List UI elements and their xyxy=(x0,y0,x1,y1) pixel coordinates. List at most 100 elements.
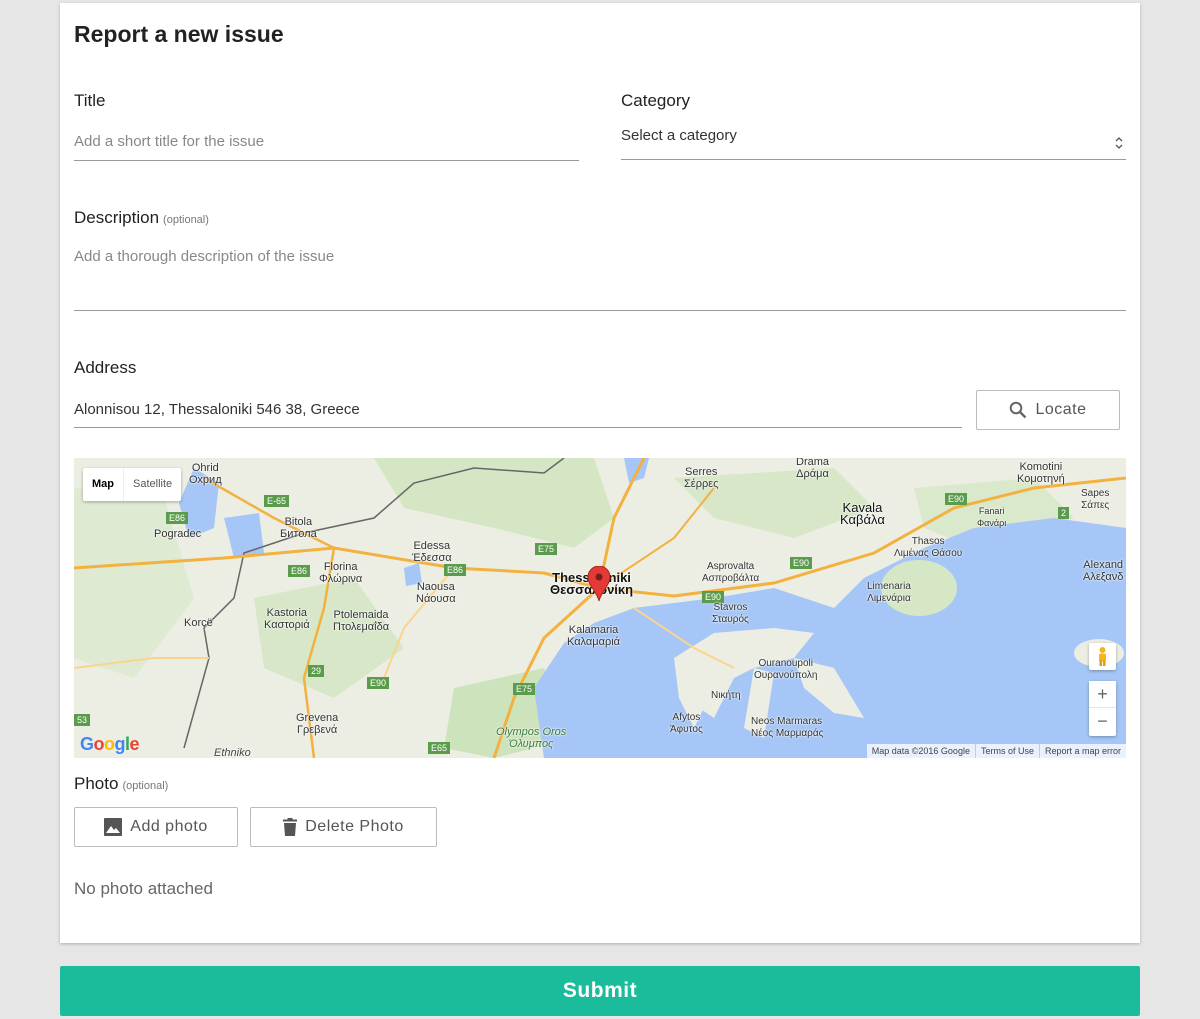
road-shield: E90 xyxy=(945,493,968,505)
map-label-naousa: Naousa Νάουσα xyxy=(416,581,456,605)
category-select[interactable]: Select a category xyxy=(621,127,1126,160)
place-local-name: Ουρανούπολη xyxy=(754,670,818,681)
place-name: Drama xyxy=(796,458,830,468)
map-label-limenaria: Limenaria Λιμενάρια xyxy=(867,581,911,605)
place-name: Afytos xyxy=(672,712,701,723)
description-label-text: Description xyxy=(74,208,160,227)
place-name: Stavros xyxy=(713,602,748,613)
place-name: Limenaria xyxy=(867,581,911,592)
place-name: Naousa xyxy=(416,581,455,593)
trash-icon xyxy=(283,818,298,836)
zoom-out-button[interactable]: − xyxy=(1089,708,1116,735)
map-type-map-button[interactable]: Map xyxy=(83,468,124,501)
map-label-afytos: Afytos Άφυτος xyxy=(670,712,703,736)
road-shield: E90 xyxy=(367,677,390,689)
category-label: Category xyxy=(621,91,690,110)
map-view[interactable]: E-65 E86 E86 E86 E75 E90 E90 E90 2 29 E9… xyxy=(74,458,1126,758)
place-name: Komotini xyxy=(1019,461,1063,473)
place-local-name: Φλώρινα xyxy=(319,573,363,585)
map-label-nikiti: Νικήτη xyxy=(711,690,741,702)
map-label-kastoria: Kastoria Καστοριά xyxy=(264,607,310,631)
address-input[interactable] xyxy=(74,399,962,428)
place-name: Grevena xyxy=(296,712,339,724)
place-name: Serres xyxy=(685,466,718,478)
place-local-name: Καλαμαριά xyxy=(567,636,621,648)
place-name: Sapes xyxy=(1081,488,1110,499)
page-title: Report a new issue xyxy=(74,21,284,47)
terms-of-use-link[interactable]: Terms of Use xyxy=(974,744,1039,758)
map-label-ohrid: Ohrid Охрид xyxy=(189,462,222,486)
location-marker-icon[interactable] xyxy=(587,566,611,602)
place-local-name: Λιμένας Θάσου xyxy=(894,548,963,559)
place-local-name: Νάουσα xyxy=(416,593,456,605)
map-label-sapes: Sapes Σάπες xyxy=(1081,488,1109,512)
place-local-name: Ασπροβάλτα xyxy=(702,573,760,584)
place-local-name: Άφυτος xyxy=(670,724,703,735)
locate-button[interactable]: Locate xyxy=(976,390,1120,430)
place-name: Korçë xyxy=(184,617,213,629)
submit-button[interactable]: Submit xyxy=(60,966,1140,1016)
map-label-thasos: Thasos Λιμένας Θάσου xyxy=(894,536,962,560)
delete-photo-button[interactable]: Delete Photo xyxy=(250,807,437,847)
road-shield: 53 xyxy=(74,714,91,726)
place-local-name: Γρεβενά xyxy=(296,724,338,736)
map-label-asprovalta: Asprovalta Ασπροβάλτα xyxy=(702,561,759,585)
place-name: Ohrid xyxy=(191,462,219,474)
map-label-serres: Serres Σέρρες xyxy=(684,466,718,490)
map-label-alexandroupoli: Alexand Αλεξανδ xyxy=(1083,559,1123,583)
photo-label: Photo (optional) xyxy=(74,774,168,794)
description-label: Description (optional) xyxy=(74,208,209,228)
issue-form-card: Report a new issue Title Category Select… xyxy=(60,3,1140,943)
place-name: Florina xyxy=(323,561,358,573)
add-photo-label: Add photo xyxy=(130,818,208,835)
place-name: Kastoria xyxy=(266,607,308,619)
street-view-pegman[interactable] xyxy=(1089,643,1116,670)
map-type-satellite-button[interactable]: Satellite xyxy=(124,468,181,501)
select-arrows-icon xyxy=(1115,137,1123,149)
description-textarea[interactable] xyxy=(74,248,1126,311)
place-local-name: Λιμενάρια xyxy=(867,593,911,604)
map-label-olympos: Olympos Oros Όλυμπος xyxy=(496,726,566,750)
zoom-in-button[interactable]: + xyxy=(1089,681,1116,708)
title-input[interactable] xyxy=(74,131,579,161)
map-label-florina: Florina Φλώρινα xyxy=(319,561,362,585)
map-label-fanari: Fanari Φανάρι xyxy=(977,505,1006,529)
map-label-bitola: Bitola Битола xyxy=(280,516,317,540)
map-label-drama: Drama Δράμα xyxy=(796,458,829,480)
photo-optional-hint: (optional) xyxy=(122,780,169,792)
place-local-name: Σέρρες xyxy=(684,478,719,490)
delete-photo-label: Delete Photo xyxy=(305,818,404,835)
photo-status-text: No photo attached xyxy=(74,879,213,898)
road-shield: E86 xyxy=(444,564,467,576)
place-local-name: Καστοριά xyxy=(264,619,310,631)
road-shield: 29 xyxy=(308,665,325,677)
report-map-error-link[interactable]: Report a map error xyxy=(1038,744,1126,758)
map-label-edessa: Edessa Έδεσσα xyxy=(412,540,452,564)
map-label-ethniko: Ethniko xyxy=(214,747,251,758)
map-label-komotini: Komotini Κομοτηνή xyxy=(1017,461,1065,485)
place-local-name: Δράμα xyxy=(796,468,829,480)
zoom-control: + − xyxy=(1089,681,1116,736)
place-local-name: Καβάλα xyxy=(840,512,885,527)
road-shield: E75 xyxy=(535,543,558,555)
place-local-name: Φανάρι xyxy=(977,518,1007,528)
map-label-kavala: Kavala Καβάλα xyxy=(840,501,885,527)
road-shield: E90 xyxy=(790,557,813,569)
add-photo-button[interactable]: Add photo xyxy=(74,807,238,847)
place-name: Olympos Oros xyxy=(496,726,567,738)
place-local-name: Σάπες xyxy=(1081,500,1110,511)
place-name: Ptolemaida xyxy=(333,609,389,621)
map-tiles xyxy=(74,458,1126,758)
place-local-name: Νέος Μαρμαράς xyxy=(751,728,824,739)
road-shield: E86 xyxy=(166,512,189,524)
map-label-neos-marmaras: Neos Marmaras Νέος Μαρμαράς xyxy=(751,716,823,740)
pegman-icon xyxy=(1099,647,1106,666)
place-name: Alexand xyxy=(1083,559,1124,571)
map-type-toggle: Map Satellite xyxy=(83,468,182,501)
place-name: Bitola xyxy=(284,516,313,528)
google-logo[interactable]: Google xyxy=(80,734,140,755)
photo-label-text: Photo xyxy=(74,774,119,793)
place-local-name: Έδεσσα xyxy=(412,552,452,564)
place-local-name: Σταυρός xyxy=(712,614,749,625)
place-name: Ethniko xyxy=(214,747,251,758)
